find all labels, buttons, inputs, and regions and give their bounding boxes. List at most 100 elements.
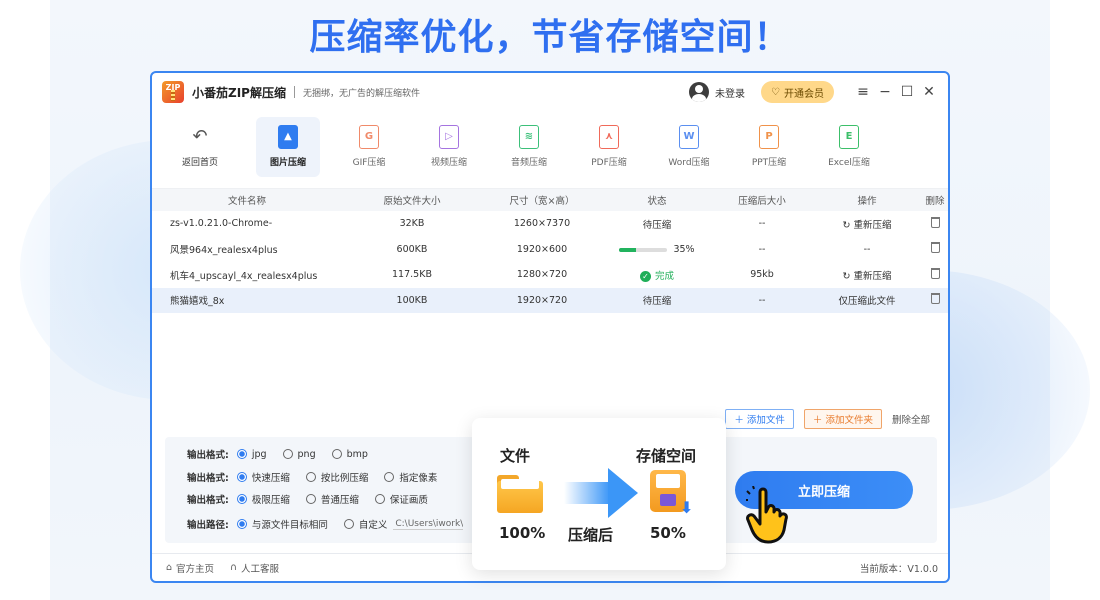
table-row-selected[interactable]: 熊猫嬉戏_8x 100KB 1920×720 待压缩 -- 仅压缩此文件 bbox=[152, 287, 948, 313]
status: 待压缩 bbox=[642, 296, 672, 308]
recompress-button[interactable]: ↻ 重新压缩 bbox=[812, 268, 922, 282]
delete-all-button[interactable]: 删除全部 bbox=[892, 412, 930, 426]
before-percent: 100% bbox=[499, 524, 546, 542]
tool-bar: ↶ 返回首页 ▲ 图片压缩 G GIF压缩 ▷ 视频压缩 ≋ 音频压缩 ⋏ PD… bbox=[152, 111, 948, 189]
status-text: 完成 bbox=[654, 270, 674, 282]
radio-icon bbox=[236, 472, 247, 482]
tab-ppt-compress[interactable]: P PPT压缩 bbox=[737, 117, 801, 177]
video-icon: ▷ bbox=[439, 125, 459, 149]
plus-icon: ＋ bbox=[734, 415, 744, 426]
option-label: 按比例压缩 bbox=[320, 473, 369, 484]
arrow-right-icon bbox=[564, 468, 640, 518]
folder-icon bbox=[497, 475, 543, 513]
radio-jpg[interactable]: jpg bbox=[236, 449, 267, 460]
delete-button[interactable] bbox=[922, 267, 948, 282]
tab-gif-compress[interactable]: G GIF压缩 bbox=[337, 117, 401, 177]
radio-bmp[interactable]: bmp bbox=[331, 449, 368, 460]
original-size: 32KB bbox=[399, 218, 425, 230]
delete-button[interactable] bbox=[922, 216, 948, 231]
customer-service-link[interactable]: ∩ 人工客服 bbox=[230, 561, 279, 575]
close-icon[interactable]: ✕ bbox=[918, 84, 940, 100]
delete-button[interactable] bbox=[922, 242, 948, 256]
minimize-icon[interactable]: − bbox=[874, 84, 896, 100]
tab-label: 图片压缩 bbox=[269, 158, 306, 168]
radio-icon bbox=[236, 449, 247, 459]
col-header: 原始文件大小 bbox=[383, 196, 441, 207]
compressed-size: 95kb bbox=[750, 269, 774, 281]
add-file-button[interactable]: ＋ 添加文件 bbox=[725, 409, 794, 429]
add-folder-label: 添加文件夹 bbox=[825, 415, 873, 426]
excel-icon: E bbox=[839, 125, 859, 149]
setting-label: 输出格式: bbox=[187, 473, 229, 484]
radio-same-as-source[interactable]: 与源文件目标相同 bbox=[236, 517, 328, 531]
radio-extreme[interactable]: 极限压缩 bbox=[236, 492, 290, 506]
action-label: 重新压缩 bbox=[853, 270, 892, 282]
tab-excel-compress[interactable]: E Excel压缩 bbox=[817, 117, 881, 177]
setting-label: 输出格式: bbox=[187, 495, 229, 506]
radio-fast[interactable]: 快速压缩 bbox=[236, 470, 290, 484]
radio-icon bbox=[236, 494, 247, 504]
dimensions: 1920×600 bbox=[516, 243, 568, 255]
tab-audio-compress[interactable]: ≋ 音频压缩 bbox=[497, 117, 561, 177]
tab-label: Excel压缩 bbox=[828, 158, 870, 168]
tab-label: PDF压缩 bbox=[591, 158, 627, 168]
tab-image-compress[interactable]: ▲ 图片压缩 bbox=[256, 117, 320, 177]
recompress-button[interactable]: ↻ 重新压缩 bbox=[812, 217, 922, 231]
radio-normal[interactable]: 普通压缩 bbox=[305, 492, 359, 506]
back-home-label: 返回首页 bbox=[181, 158, 218, 168]
file-name: 风景964x_realesx4plus bbox=[170, 245, 278, 257]
radio-pixels[interactable]: 指定像素 bbox=[384, 470, 437, 484]
app-title: 小番茄ZIP解压缩 bbox=[192, 85, 286, 100]
plus-icon: ＋ bbox=[812, 415, 823, 426]
option-label: 自定义 bbox=[358, 520, 388, 531]
status: ✓ 完成 bbox=[602, 268, 712, 282]
setting-label: 输出格式: bbox=[187, 450, 229, 461]
output-path-field[interactable]: C:\Users\iwork\ bbox=[393, 519, 464, 530]
user-avatar-icon[interactable] bbox=[689, 82, 710, 102]
refresh-icon: ↻ bbox=[842, 270, 851, 282]
tab-word-compress[interactable]: W Word压缩 bbox=[657, 117, 721, 177]
add-folder-button[interactable]: ＋ 添加文件夹 bbox=[803, 409, 882, 429]
radio-png[interactable]: png bbox=[282, 448, 316, 460]
radio-icon bbox=[384, 472, 395, 482]
table-row[interactable]: 风景964x_realesx4plus 600KB 1920×600 35% -… bbox=[152, 237, 948, 263]
col-header: 文件名称 bbox=[227, 196, 266, 207]
compression-illustration: 文件 存储空间 ⬇ 100% 压缩后 50% bbox=[472, 418, 726, 570]
vip-button[interactable]: ♡ 开通会员 bbox=[761, 81, 834, 103]
option-label: png bbox=[297, 448, 316, 460]
trash-icon bbox=[930, 242, 940, 254]
radio-icon bbox=[331, 449, 342, 459]
title-bar: ZIP 小番茄ZIP解压缩 无捆绑，无广告的解压缩软件 未登录 ♡ 开通会员 ≡… bbox=[152, 73, 948, 111]
table-row[interactable]: 机车4_upscayl_4x_realesx4plus 117.5KB 1280… bbox=[152, 262, 948, 288]
pdf-icon: ⋏ bbox=[599, 125, 619, 149]
title-divider bbox=[293, 86, 295, 98]
action-label: 重新压缩 bbox=[853, 219, 892, 231]
tab-pdf-compress[interactable]: ⋏ PDF压缩 bbox=[577, 117, 641, 177]
option-label: 与源文件目标相同 bbox=[251, 520, 328, 531]
image-icon: ▲ bbox=[278, 125, 298, 149]
radio-custom[interactable]: 自定义 bbox=[343, 517, 388, 531]
progress-indicator: 35% bbox=[619, 244, 695, 255]
official-site-link[interactable]: ⌂ 官方主页 bbox=[166, 561, 214, 575]
original-size: 100KB bbox=[396, 294, 428, 306]
radio-ratio[interactable]: 按比例压缩 bbox=[305, 470, 369, 484]
pointer-hand-icon bbox=[746, 486, 788, 544]
after-percent: 50% bbox=[650, 524, 686, 542]
maximize-icon[interactable]: ☐ bbox=[896, 84, 918, 100]
menu-icon[interactable]: ≡ bbox=[852, 84, 874, 100]
login-link[interactable]: 未登录 bbox=[715, 85, 745, 100]
output-path-row: 输出路径: 与源文件目标相同 自定义 C:\Users\iwork\ bbox=[187, 515, 464, 533]
trash-icon bbox=[930, 216, 940, 228]
compress-this-file-button[interactable]: 仅压缩此文件 bbox=[812, 293, 922, 307]
back-home-button[interactable]: ↶ 返回首页 bbox=[168, 117, 232, 177]
option-label: 极限压缩 bbox=[251, 495, 290, 506]
radio-icon bbox=[305, 472, 316, 482]
action-cell: -- bbox=[863, 243, 871, 255]
radio-quality[interactable]: 保证画质 bbox=[374, 492, 428, 506]
table-row[interactable]: zs-v1.0.21.0-Chrome- 32KB 1260×7370 待压缩 … bbox=[152, 211, 948, 237]
audio-icon: ≋ bbox=[519, 125, 539, 149]
word-icon: W bbox=[679, 125, 699, 149]
original-size: 600KB bbox=[396, 243, 428, 255]
delete-button[interactable] bbox=[922, 293, 948, 307]
tab-video-compress[interactable]: ▷ 视频压缩 bbox=[417, 117, 481, 177]
